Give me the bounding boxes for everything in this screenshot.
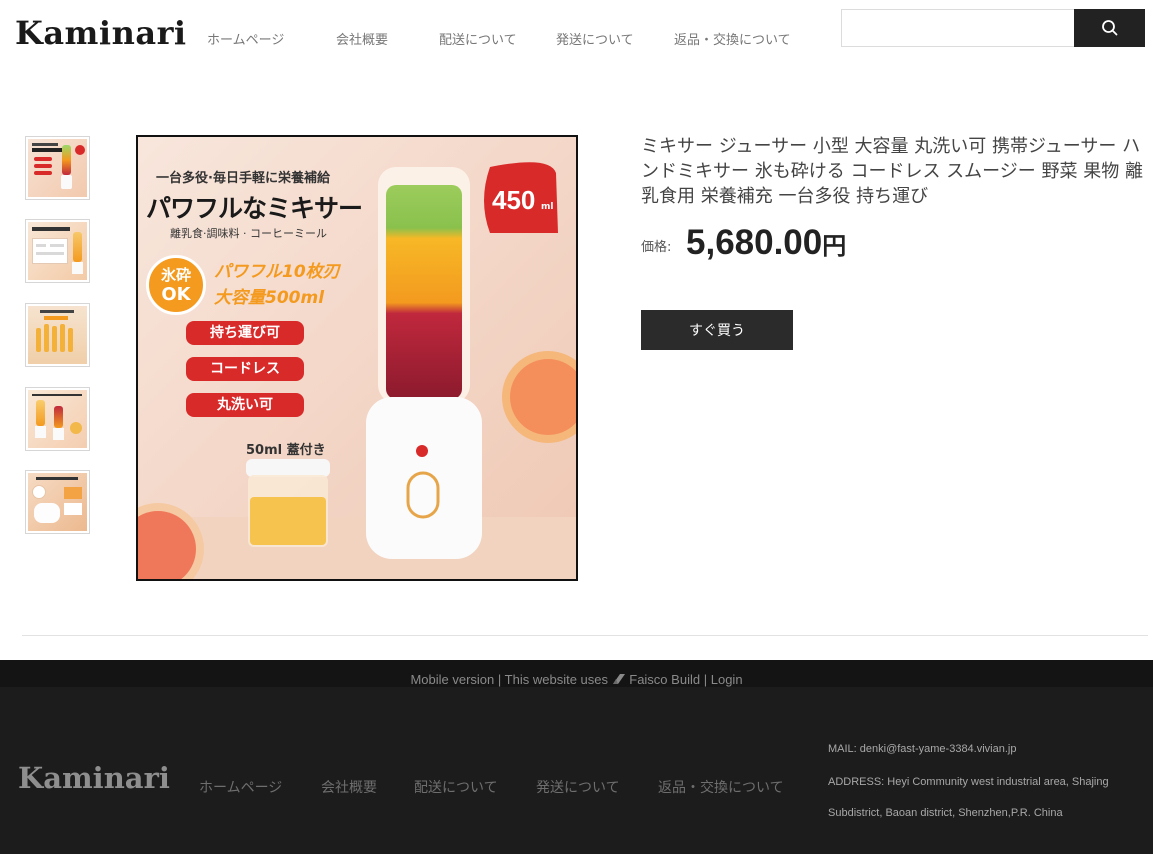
footer-nav-home[interactable]: ホームページ xyxy=(199,777,282,797)
site-logo[interactable]: Kaminari xyxy=(15,14,187,52)
buy-now-button[interactable]: すぐ買う xyxy=(641,310,793,350)
footer-address-line1: ADDRESS: Heyi Community west industrial … xyxy=(828,776,1109,788)
image-tag-cordless: コードレス xyxy=(186,357,304,381)
nav-returns[interactable]: 返品・交換について xyxy=(674,29,791,48)
footer-nav-returns[interactable]: 返品・交換について xyxy=(658,777,784,797)
thumbnail-4[interactable] xyxy=(25,387,90,451)
image-tag-washable: 丸洗い可 xyxy=(186,393,304,417)
ice-ok-badge: 氷砕 OK xyxy=(146,255,206,315)
faisco-logo-icon xyxy=(612,674,625,684)
nav-company[interactable]: 会社概要 xyxy=(336,29,388,48)
footer-mail: MAIL: denki@fast-yame-3384.vivian.jp xyxy=(828,743,1017,755)
nav-delivery[interactable]: 配送について xyxy=(439,29,517,48)
thumbnail-image xyxy=(28,306,87,364)
main-product-image[interactable]: 一台多役·毎日手軽に栄養補給 パワフルなミキサー 離乳食·調味料 · コーヒーミ… xyxy=(136,135,578,581)
image-lid-text: 50ml 蓋付き xyxy=(246,443,326,458)
image-capacity-unit: ml xyxy=(540,202,554,212)
image-top-line: 一台多役·毎日手軽に栄養補給 xyxy=(156,171,330,186)
thumbnail-5[interactable] xyxy=(25,470,90,534)
search-input[interactable] xyxy=(841,9,1075,47)
footer-separator: | xyxy=(497,672,502,687)
footer-logo[interactable]: Kaminari xyxy=(18,761,170,795)
ice-ok-badge-line2: OK xyxy=(161,284,191,305)
website-uses-text: This website uses xyxy=(504,672,608,687)
content-divider xyxy=(22,635,1148,636)
image-tag-portable: 持ち運び可 xyxy=(186,321,304,345)
search-button[interactable] xyxy=(1074,9,1145,47)
faisco-link[interactable]: Faisco xyxy=(629,672,667,687)
ice-ok-badge-line1: 氷砕 xyxy=(160,266,191,284)
thumbnail-2[interactable] xyxy=(25,219,90,283)
login-link[interactable]: Login xyxy=(711,672,743,687)
image-power-line2: 大容量500ml xyxy=(214,288,325,308)
thumbnail-image xyxy=(28,139,87,197)
footer: Kaminari ホームページ 会社概要 配送について 発送について 返品・交換… xyxy=(0,687,1153,854)
footer-nav-company[interactable]: 会社概要 xyxy=(321,777,377,797)
mobile-version-link[interactable]: Mobile version xyxy=(410,672,494,687)
thumbnail-image xyxy=(28,390,87,448)
thumbnail-image xyxy=(28,473,87,531)
product-title: ミキサー ジューサー 小型 大容量 丸洗い可 携帯ジューサー ハンドミキサー 氷… xyxy=(641,136,1143,207)
nav-shipping[interactable]: 発送について xyxy=(556,29,634,48)
thumbnail-3[interactable] xyxy=(25,303,90,367)
image-capacity-value: 450 xyxy=(492,185,536,215)
footer-address-line2: Subdistrict, Baoan district, Shenzhen,P.… xyxy=(828,807,1063,819)
footer-nav-shipping[interactable]: 発送について xyxy=(536,777,620,797)
image-capacity: 450 ml xyxy=(492,185,553,216)
price-label: 価格: xyxy=(641,240,672,255)
search-icon xyxy=(1101,20,1117,36)
image-subline: 離乳食·調味料 · コーヒーミール xyxy=(170,227,327,240)
thumbnail-image xyxy=(28,222,87,280)
image-headline: パワフルなミキサー xyxy=(146,194,363,223)
price-currency: 円 xyxy=(822,233,847,260)
footer-nav-delivery[interactable]: 配送について xyxy=(414,777,498,797)
thumbnail-1[interactable] xyxy=(25,136,90,200)
price-value: 5,680.00円 xyxy=(686,223,846,263)
image-power-line1: パワフル10枚刃 xyxy=(214,262,340,282)
price-amount: 5,680.00 xyxy=(686,223,823,262)
footer-top-bar: Mobile version | This website uses Faisc… xyxy=(0,660,1153,687)
footer-separator: | xyxy=(703,672,708,687)
nav-home[interactable]: ホームページ xyxy=(207,29,284,48)
build-text: Build xyxy=(671,672,701,687)
